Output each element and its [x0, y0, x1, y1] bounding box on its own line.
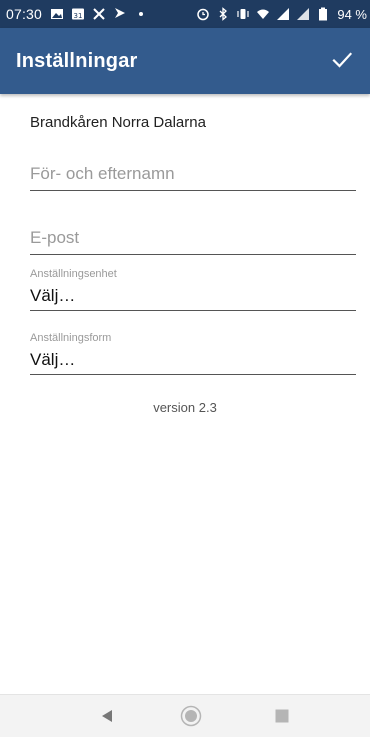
employment-unit-label: Anställningsenhet	[30, 268, 117, 280]
organization-name: Brandkåren Norra Dalarna	[30, 114, 206, 131]
version-text: version 2.3	[153, 400, 217, 415]
wifi-icon	[256, 7, 270, 21]
tools-icon	[92, 7, 106, 21]
employment-form-select[interactable]: Anställningsform Välj…	[30, 332, 356, 375]
play-flag-icon	[113, 7, 127, 21]
signal-icon-2	[296, 7, 310, 21]
email-underline	[30, 254, 356, 255]
signal-icon	[276, 7, 290, 21]
employment-unit-value: Välj…	[30, 286, 76, 305]
svg-text:31: 31	[74, 12, 83, 20]
phone-screen: 07:30 31 94 % Inställningar Brandkåren N…	[0, 0, 370, 737]
status-time: 07:30	[6, 6, 43, 22]
email-placeholder: E-post	[30, 228, 80, 247]
back-triangle-icon	[102, 710, 112, 722]
home-button[interactable]	[180, 705, 202, 727]
employment-form-label: Anställningsform	[30, 332, 112, 344]
status-bar: 07:30 31 94 %	[0, 0, 370, 28]
settings-form: Brandkåren Norra Dalarna För- och eftern…	[0, 94, 370, 694]
battery-percent: 94 %	[337, 6, 367, 22]
checkmark-icon	[332, 52, 353, 68]
battery-icon	[316, 7, 330, 21]
system-icons: 94 %	[196, 0, 367, 28]
name-underline	[30, 190, 356, 191]
recent-apps-button[interactable]	[271, 705, 293, 727]
employment-form-underline	[30, 374, 356, 375]
notification-icons: 31	[50, 7, 148, 21]
confirm-button[interactable]	[326, 44, 358, 76]
vibrate-icon	[236, 7, 250, 21]
page-title: Inställningar	[16, 49, 138, 72]
recent-square-icon	[275, 709, 289, 723]
dot-icon	[134, 7, 148, 21]
employment-form-value: Välj…	[30, 350, 76, 369]
home-circle-icon	[180, 705, 202, 727]
bluetooth-icon	[216, 7, 230, 21]
navigation-bar	[0, 694, 370, 737]
calendar-icon: 31	[71, 7, 85, 21]
name-field[interactable]: För- och efternamn	[30, 164, 356, 191]
app-bar: Inställningar	[0, 28, 370, 94]
image-icon	[50, 7, 64, 21]
email-field[interactable]: E-post	[30, 228, 356, 255]
employment-unit-select[interactable]: Anställningsenhet Välj…	[30, 268, 356, 311]
alarm-icon	[196, 7, 210, 21]
back-button[interactable]	[96, 705, 118, 727]
name-placeholder: För- och efternamn	[30, 164, 175, 183]
employment-unit-underline	[30, 310, 356, 311]
